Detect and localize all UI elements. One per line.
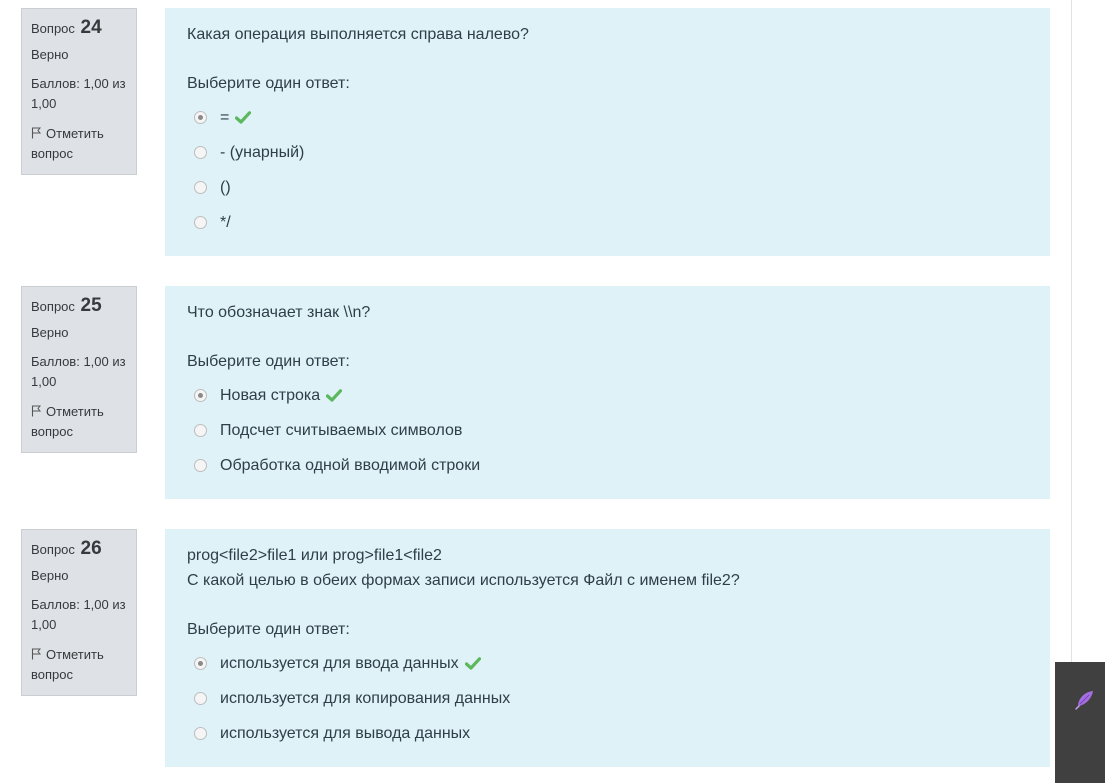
feather-icon[interactable] — [1073, 689, 1095, 711]
question-grade: Баллов: 1,00 из 1,00 — [31, 354, 126, 389]
answer-radio[interactable] — [194, 216, 207, 229]
answer-label: используется для вывода данных — [220, 724, 471, 742]
answer-radio[interactable] — [194, 459, 207, 472]
question-number-value: 26 — [80, 538, 102, 559]
answer-label: */ — [220, 213, 231, 231]
answer-option[interactable]: используется для ввода данных — [187, 646, 1028, 681]
question-label: Вопрос — [31, 299, 75, 314]
check-icon — [326, 389, 343, 402]
question-content: Какая операция выполняется справа налево… — [165, 8, 1050, 256]
question-content: prog<file2>file1 или prog>file1<file2 С … — [165, 529, 1050, 767]
question-grade: Баллов: 1,00 из 1,00 — [31, 76, 126, 111]
question-number-value: 25 — [80, 295, 102, 316]
flag-icon — [31, 127, 42, 139]
answer-options: используется для ввода данных использует… — [187, 646, 1028, 751]
answer-radio[interactable] — [194, 657, 207, 670]
flag-question-link[interactable]: Отметить вопрос — [31, 645, 127, 685]
question-state: Верно — [31, 568, 69, 583]
answer-radio[interactable] — [194, 692, 207, 705]
answer-label: Новая строка — [220, 386, 321, 404]
dock-panel[interactable] — [1055, 662, 1105, 783]
answer-option[interactable]: = — [187, 100, 1028, 135]
question-state: Верно — [31, 325, 69, 340]
answer-label: - (унарный) — [220, 143, 305, 161]
question-text-line-2: С какой целью в обеих формах записи испо… — [187, 572, 740, 589]
answer-label: используется для ввода данных — [220, 654, 459, 672]
question-info: Вопрос 26 Верно Баллов: 1,00 из 1,00 Отм… — [21, 529, 137, 696]
answer-label: Подсчет считываемых символов — [220, 421, 463, 439]
flag-question-link[interactable]: Отметить вопрос — [31, 124, 127, 164]
answer-option[interactable]: () — [187, 170, 1028, 205]
answer-option[interactable]: Подсчет считываемых символов — [187, 413, 1028, 448]
answer-radio[interactable] — [194, 146, 207, 159]
question-state: Верно — [31, 47, 69, 62]
question-grade: Баллов: 1,00 из 1,00 — [31, 597, 126, 632]
question-text: Что обозначает знак \\n? — [187, 304, 371, 321]
answer-prompt: Выберите один ответ: — [187, 353, 350, 370]
answer-options: = - (унарный) () */ — [187, 100, 1028, 240]
answer-option[interactable]: используется для копирования данных — [187, 681, 1028, 716]
question-info: Вопрос 24 Верно Баллов: 1,00 из 1,00 Отм… — [21, 8, 137, 175]
answer-label: Обработка одной вводимой строки — [220, 456, 481, 474]
answer-prompt: Выберите один ответ: — [187, 75, 350, 92]
answer-radio[interactable] — [194, 424, 207, 437]
question-text: prog<file2>file1 или prog>file1<file2 — [187, 547, 442, 564]
question-number: Вопрос 26 — [31, 536, 127, 563]
check-icon — [464, 657, 481, 670]
answer-label: () — [220, 178, 231, 196]
answer-label: = — [220, 108, 230, 126]
flag-icon — [31, 648, 42, 660]
question-label: Вопрос — [31, 21, 75, 36]
question-number: Вопрос 24 — [31, 15, 127, 42]
answer-radio[interactable] — [194, 181, 207, 194]
flag-icon — [31, 405, 42, 417]
answer-option[interactable]: */ — [187, 205, 1028, 240]
answer-radio[interactable] — [194, 389, 207, 402]
flag-question-link[interactable]: Отметить вопрос — [31, 402, 127, 442]
question-info: Вопрос 25 Верно Баллов: 1,00 из 1,00 Отм… — [21, 286, 137, 453]
question-number: Вопрос 25 — [31, 293, 127, 320]
answer-option[interactable]: используется для вывода данных — [187, 716, 1028, 751]
question-text: Какая операция выполняется справа налево… — [187, 26, 529, 43]
quiz-review-page: Вопрос 24 Верно Баллов: 1,00 из 1,00 Отм… — [0, 0, 1105, 783]
answer-label: используется для копирования данных — [220, 689, 511, 707]
answer-radio[interactable] — [194, 727, 207, 740]
question-number-value: 24 — [80, 17, 102, 38]
check-icon — [235, 111, 252, 124]
answer-option[interactable]: - (унарный) — [187, 135, 1028, 170]
question-label: Вопрос — [31, 542, 75, 557]
answer-options: Новая строка Подсчет считываемых символо… — [187, 378, 1028, 483]
answer-option[interactable]: Новая строка — [187, 378, 1028, 413]
answer-prompt: Выберите один ответ: — [187, 621, 350, 638]
question-content: Что обозначает знак \\n? Выберите один о… — [165, 286, 1050, 499]
answer-option[interactable]: Обработка одной вводимой строки — [187, 448, 1028, 483]
answer-radio[interactable] — [194, 111, 207, 124]
